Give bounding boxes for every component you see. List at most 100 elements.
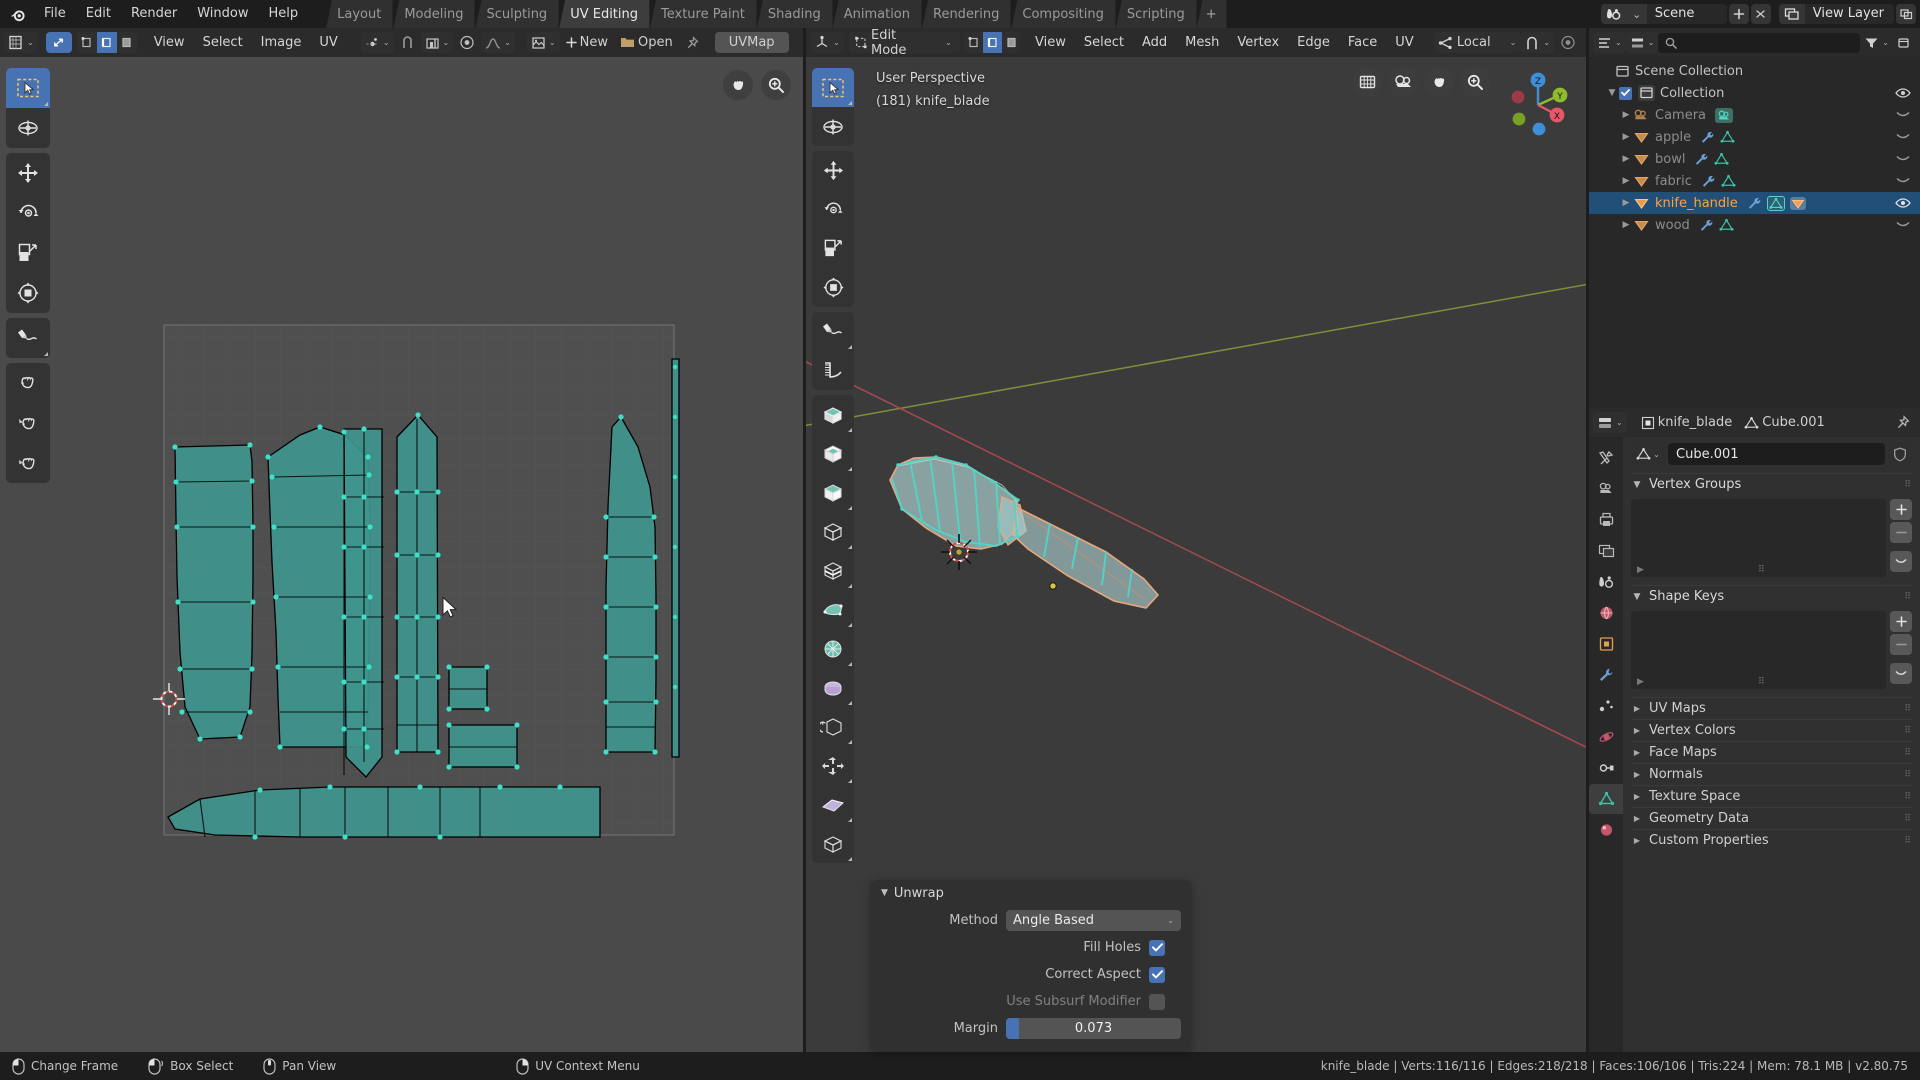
panel-vertex-groups-header[interactable]: ▼ Vertex Groups ⠿ — [1631, 473, 1912, 495]
uv-editor-type-selector[interactable]: ⌄ — [4, 32, 38, 53]
camera-view-icon[interactable] — [1388, 67, 1418, 97]
tab-animation[interactable]: Animation — [832, 0, 922, 28]
menu-edit[interactable]: Edit — [76, 3, 121, 25]
view3d-menu-select[interactable]: Select — [1075, 32, 1133, 53]
fill-holes-checkbox[interactable] — [1149, 939, 1165, 956]
properties-tab-object-data[interactable] — [1589, 784, 1623, 814]
panel-vertex-colors[interactable]: ▶ Vertex Colors ⠿ — [1631, 719, 1912, 741]
uv-tool-relax[interactable] — [6, 403, 50, 443]
uv-menu-select[interactable]: Select — [194, 32, 252, 53]
snapping-selector[interactable]: ⌄ — [1520, 32, 1555, 53]
outliner-new-collection-button[interactable] — [1893, 32, 1916, 53]
menu-render[interactable]: Render — [121, 3, 187, 25]
v3d-tool-scale[interactable] — [812, 229, 854, 268]
properties-editor-type-selector[interactable]: ⌄ — [1593, 412, 1627, 433]
uv-tool-annotate[interactable] — [6, 318, 50, 358]
margin-slider[interactable]: 0.073 — [1006, 1018, 1181, 1039]
interaction-mode-selector[interactable]: Edit Mode ⌄ — [849, 28, 960, 58]
v3d-tool-poly-build[interactable] — [812, 629, 854, 668]
modifier-icon[interactable] — [1701, 174, 1716, 188]
breadcrumb-mesh-data[interactable]: Cube.001 — [1738, 412, 1831, 433]
uv-tool-scale[interactable] — [6, 233, 50, 273]
uv-snap-target-selector[interactable]: ⌄ — [420, 32, 454, 53]
mesh-data-icon[interactable] — [1719, 218, 1734, 232]
new-scene-icon[interactable] — [1728, 4, 1749, 24]
scene-selector[interactable]: ⌄ Scene — [1600, 4, 1727, 24]
triangle-right-icon[interactable]: ▶ — [1619, 198, 1633, 208]
tab-compositing[interactable]: Compositing — [1011, 0, 1116, 28]
v3d-tool-spin[interactable] — [812, 668, 854, 707]
v3d-tool-annotate[interactable] — [812, 312, 854, 351]
uv-tool-move[interactable] — [6, 153, 50, 193]
outliner-row-bowl[interactable]: ▶ bowl — [1589, 148, 1920, 170]
new-view-layer-icon[interactable] — [1896, 4, 1916, 24]
mesh-data-icon[interactable] — [1766, 195, 1785, 211]
scene-dropdown-caret[interactable]: ⌄ — [1626, 4, 1647, 24]
edge-select-icon[interactable] — [96, 32, 117, 53]
tab-modeling[interactable]: Modeling — [393, 0, 476, 28]
uvmap-name-field[interactable]: UVMap — [714, 32, 789, 53]
tab-rendering[interactable]: Rendering — [922, 0, 1012, 28]
add-shape-key-button[interactable] — [1890, 611, 1912, 632]
vertex-groups-list[interactable]: ▶ ⠿ — [1631, 499, 1886, 577]
v3d-tool-shrink-fatten[interactable] — [812, 785, 854, 824]
v3d-tool-knife[interactable] — [812, 590, 854, 629]
camera-data-icon[interactable] — [1715, 107, 1734, 123]
triangle-right-icon[interactable]: ▶ — [1619, 220, 1633, 230]
triangle-right-icon[interactable]: ▶ — [1619, 154, 1633, 164]
v3d-tool-bevel[interactable] — [812, 512, 854, 551]
shape-keys-list[interactable]: ▶ ⠿ — [1631, 611, 1886, 689]
vertex-group-specials-button[interactable] — [1890, 551, 1912, 572]
collapsed-chevron-icon[interactable] — [1894, 111, 1912, 119]
outliner-row-collection[interactable]: ▼ Collection — [1589, 82, 1920, 104]
tab-shading[interactable]: Shading — [756, 0, 833, 28]
tab-sculpting[interactable]: Sculpting — [475, 0, 560, 28]
mesh-data-icon[interactable] — [1720, 130, 1735, 144]
blender-logo-icon[interactable] — [0, 0, 34, 28]
v3d-tool-inset-faces[interactable] — [812, 473, 854, 512]
triangle-right-icon[interactable]: ▶ — [1619, 132, 1633, 142]
menu-help[interactable]: Help — [259, 3, 309, 25]
view3d-menu-vertex[interactable]: Vertex — [1228, 32, 1288, 53]
properties-tab-physics[interactable] — [1589, 722, 1623, 752]
outliner-display-mode-selector[interactable]: ⌄ — [1625, 32, 1659, 53]
unlink-icon[interactable] — [1750, 4, 1771, 24]
tab-texture-paint[interactable]: Texture Paint — [650, 0, 757, 28]
navigation-gizmo[interactable]: Z Y X — [1496, 63, 1580, 147]
outliner-row-fabric[interactable]: ▶ fabric — [1589, 170, 1920, 192]
scene-name[interactable]: Scene — [1647, 4, 1727, 24]
panel-shape-keys-header[interactable]: ▼ Shape Keys ⠿ — [1631, 585, 1912, 607]
v3d-tool-transform[interactable] — [812, 268, 854, 307]
pin-image-button[interactable] — [679, 32, 705, 53]
properties-tab-output[interactable] — [1589, 505, 1623, 535]
uv-tool-rotate[interactable] — [6, 193, 50, 233]
outliner-row-wood[interactable]: ▶ wood — [1589, 214, 1920, 236]
uv-tool-transform[interactable] — [6, 273, 50, 313]
list-resize-grip[interactable]: ⠿ — [1758, 565, 1766, 575]
pan-view-icon[interactable] — [1424, 67, 1454, 97]
collection-checkbox[interactable] — [1619, 86, 1632, 100]
view-layer-name[interactable]: View Layer — [1805, 4, 1894, 24]
view3d-menu-edge[interactable]: Edge — [1288, 32, 1339, 53]
modifier-icon[interactable] — [1747, 196, 1762, 210]
add-vertex-group-button[interactable] — [1890, 499, 1912, 520]
face-select-icon[interactable] — [1002, 32, 1021, 53]
mesh-data-icon[interactable] — [1714, 152, 1729, 166]
menu-window[interactable]: Window — [187, 3, 258, 25]
v3d-tool-loop-cut[interactable] — [812, 551, 854, 590]
triangle-right-icon[interactable]: ▶ — [1619, 110, 1633, 120]
uv-snap-toggle[interactable] — [394, 32, 421, 53]
tab-uv-editing[interactable]: UV Editing — [559, 0, 651, 28]
list-resize-grip[interactable]: ⠿ — [1758, 677, 1766, 687]
v3d-tool-rip-region[interactable] — [812, 824, 854, 863]
panel-custom-properties[interactable]: ▶ Custom Properties ⠿ — [1631, 829, 1912, 851]
remove-shape-key-button[interactable] — [1890, 634, 1912, 655]
mesh-data-icon[interactable] — [1721, 174, 1736, 188]
visibility-eye-icon[interactable] — [1894, 87, 1912, 99]
breadcrumb-object[interactable]: knife_blade — [1635, 412, 1739, 433]
uv-pivot-point-selector[interactable]: ⌄ — [360, 32, 394, 53]
properties-tab-modifier[interactable] — [1589, 660, 1623, 690]
v3d-tool-rotate[interactable] — [812, 190, 854, 229]
mesh-data-icon[interactable]: ⌄ — [1631, 443, 1665, 465]
toggle-camera-view-icon[interactable] — [1352, 67, 1382, 97]
